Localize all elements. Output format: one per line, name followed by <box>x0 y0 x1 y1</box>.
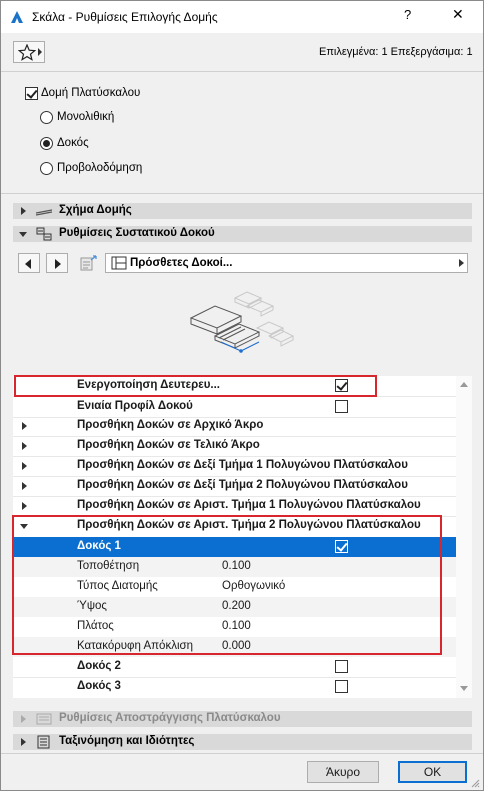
selection-info: Επιλεγμένα: 1 Επεξεργάσιμα: 1 <box>319 46 473 58</box>
tree-group-right-1[interactable]: Προσθήκη Δοκών σε Δεξί Τμήμα 1 Πολυγώνου… <box>13 456 456 476</box>
structure-scheme-icon <box>35 209 53 216</box>
expand-arrow-icon <box>22 502 27 510</box>
archicad-app-icon <box>11 11 23 23</box>
tree-row-beam-2[interactable]: Δοκός 2 <box>13 657 456 677</box>
window-title: Σκάλα - Ρυθμίσεις Επιλογής Δομής <box>32 10 218 24</box>
page-selector-dropdown[interactable]: Πρόσθετες Δοκοί... <box>105 253 468 273</box>
arrow-left-icon <box>25 259 31 269</box>
copy-settings-icon[interactable] <box>79 254 99 272</box>
divider <box>1 71 483 72</box>
tree-row-beam-3[interactable]: Δοκός 3 <box>13 677 456 697</box>
panel-classification-title: Ταξινόμηση και Ιδιότητες <box>59 735 195 747</box>
landing-structure-label: Δομή Πλατύσκαλου <box>41 87 141 99</box>
expand-arrow-icon <box>21 715 26 723</box>
radio-cantilever-label: Προβολοδόμηση <box>57 162 143 174</box>
uniform-profile-checkbox[interactable] <box>335 400 348 413</box>
ok-button[interactable]: OK <box>398 761 467 783</box>
expand-arrow-icon <box>22 482 27 490</box>
resize-grip-icon[interactable] <box>469 777 481 789</box>
tree-group-start-end[interactable]: Προσθήκη Δοκών σε Αρχικό Άκρο <box>13 416 456 436</box>
favorites-star-icon <box>18 44 36 61</box>
tree-group-end-edge[interactable]: Προσθήκη Δοκών σε Τελικό Άκρο <box>13 436 456 456</box>
tree-row-label: Ενιαία Προφίλ Δοκού <box>77 400 193 412</box>
beam-3-checkbox[interactable] <box>335 680 348 693</box>
panel-beam-settings[interactable]: Ρυθμίσεις Συστατικού Δοκού <box>13 226 472 242</box>
drainage-icon <box>36 713 52 725</box>
next-page-button[interactable] <box>46 253 68 273</box>
classification-icon <box>37 735 50 749</box>
beam-2-checkbox[interactable] <box>335 660 348 673</box>
scroll-up-icon[interactable] <box>460 382 468 387</box>
divider <box>1 753 483 754</box>
close-button[interactable]: ✕ <box>452 6 464 23</box>
tree-row-label: Προσθήκη Δοκών σε Αρχικό Άκρο <box>77 419 264 431</box>
expand-arrow-icon <box>21 207 26 215</box>
tree-row-label: Προσθήκη Δοκών σε Αριστ. Τμήμα 1 Πολυγών… <box>77 499 421 511</box>
arrow-right-icon <box>55 259 61 269</box>
page-selector-value: Πρόσθετες Δοκοί... <box>130 257 233 269</box>
panel-drainage-title: Ρυθμίσεις Αποστράγγισης Πλατύσκαλου <box>59 712 281 724</box>
landing-structure-checkbox[interactable] <box>25 87 38 100</box>
radio-monolithic-label: Μονολιθική <box>57 111 115 123</box>
radio-monolithic[interactable] <box>40 111 53 124</box>
tree-row-label: Προσθήκη Δοκών σε Τελικό Άκρο <box>77 439 260 451</box>
radio-beam-label: Δοκός <box>57 137 89 149</box>
tree-scrollbar[interactable] <box>456 376 472 698</box>
beam-component-icon <box>36 227 52 241</box>
radio-beam[interactable] <box>40 137 53 150</box>
tree-group-right-2[interactable]: Προσθήκη Δοκών σε Δεξί Τμήμα 2 Πολυγώνου… <box>13 476 456 496</box>
tree-row-label: Προσθήκη Δοκών σε Δεξί Τμήμα 2 Πολυγώνου… <box>77 479 408 491</box>
collapse-arrow-icon <box>19 232 27 237</box>
radio-cantilever[interactable] <box>40 162 53 175</box>
favorites-button[interactable] <box>13 41 45 63</box>
panel-structure-scheme-title: Σχήμα Δομής <box>59 204 132 216</box>
expand-arrow-icon <box>22 462 27 470</box>
panel-beam-settings-title: Ρυθμίσεις Συστατικού Δοκού <box>59 227 215 239</box>
title-bar: Σκάλα - Ρυθμίσεις Επιλογής Δομής ? ✕ <box>1 1 483 33</box>
tree-group-left-1[interactable]: Προσθήκη Δοκών σε Αριστ. Τμήμα 1 Πολυγών… <box>13 496 456 516</box>
tree-row-uniform-profile[interactable]: Ενιαία Προφίλ Δοκού <box>13 397 456 417</box>
panel-drainage: Ρυθμίσεις Αποστράγγισης Πλατύσκαλου <box>13 711 472 727</box>
dialog-window: Σκάλα - Ρυθμίσεις Επιλογής Δομής ? ✕ Επι… <box>0 0 484 791</box>
scroll-down-icon[interactable] <box>460 686 468 691</box>
expand-arrow-icon <box>21 738 26 746</box>
panel-classification[interactable]: Ταξινόμηση και Ιδιότητες <box>13 734 472 750</box>
expand-arrow-icon <box>22 422 27 430</box>
beam-preview-icon <box>189 291 295 353</box>
divider <box>1 193 483 194</box>
beam-page-icon <box>111 256 127 270</box>
cancel-button[interactable]: Άκυρο <box>307 761 379 783</box>
tree-row-label: Δοκός 2 <box>77 660 121 672</box>
panel-structure-scheme[interactable]: Σχήμα Δομής <box>13 203 472 219</box>
chevron-right-icon <box>38 48 42 56</box>
highlight-box-left-segment-2 <box>12 515 442 655</box>
previous-page-button[interactable] <box>18 253 40 273</box>
highlight-box-enable-secondary <box>14 375 377 397</box>
tree-row-label: Προσθήκη Δοκών σε Δεξί Τμήμα 1 Πολυγώνου… <box>77 459 408 471</box>
chevron-right-icon <box>459 259 464 267</box>
expand-arrow-icon <box>22 442 27 450</box>
help-button[interactable]: ? <box>404 7 411 22</box>
tree-row-label: Δοκός 3 <box>77 680 121 692</box>
